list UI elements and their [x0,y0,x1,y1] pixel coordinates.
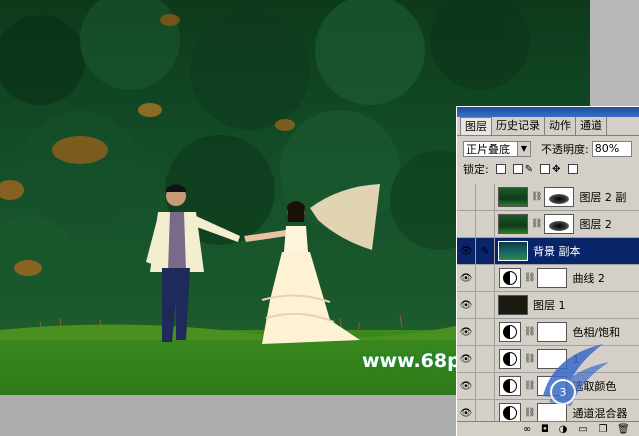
tab-layers[interactable]: 图层 [460,117,492,135]
trash-icon[interactable]: 🗑 [617,424,630,436]
adjustment-layer-icon [499,376,521,396]
chain-link-icon[interactable]: ⛓ [531,219,542,229]
layer-thumbnail [498,187,528,207]
mask-icon[interactable]: ◘ [539,424,551,436]
layer-name: 图层 2 副 [579,191,627,204]
eye-icon[interactable]: 👁 [457,265,476,291]
layer-row[interactable]: ⛓ 图层 2 [457,211,639,238]
tab-history[interactable]: 历史记录 [492,117,545,135]
svg-text:3: 3 [560,386,567,399]
link-icon[interactable]: ∞ [521,424,533,436]
opacity-input[interactable]: 80% [591,141,632,157]
visibility-toggle[interactable] [457,211,476,237]
lock-image-checkbox[interactable] [512,164,523,174]
lock-transparency-checkbox[interactable] [495,164,506,174]
link-toggle[interactable] [476,346,495,372]
blend-mode-value: 正片叠底 [466,143,510,156]
canvas-background-right [590,0,639,106]
lock-label: 锁定: [463,163,489,176]
adjustment-layer-icon [499,322,521,342]
layer-row[interactable]: 👁 ✎ 背景 副本 [457,238,639,265]
link-toggle[interactable] [476,292,495,318]
opacity-label: 不透明度: [541,143,589,156]
eye-icon[interactable]: 👁 [457,319,476,345]
brush-icon[interactable]: ✎ [476,238,495,264]
move-icon: ✥ [552,163,561,175]
chain-link-icon[interactable]: ⛓ [531,192,542,202]
folder-icon[interactable]: ▭ [577,424,589,436]
lock-row: 锁定: ✎ ✥ [457,160,639,178]
panel-tabs: 图层 历史记录 动作 通道 [457,117,639,136]
layer-mask-thumbnail[interactable] [537,268,568,288]
layer-thumbnail [498,241,528,261]
layer-mask-thumbnail[interactable] [544,214,575,234]
lock-position-checkbox[interactable] [540,164,551,174]
panel-bottom-toolbar: ∞ ◘ ◑ ▭ ❐ 🗑 [457,421,639,436]
layer-name: 图层 1 [533,299,566,312]
adjustment-icon[interactable]: ◑ [557,424,569,436]
adjustment-layer-icon [499,349,521,369]
eye-icon[interactable]: 👁 [457,373,476,399]
lock-all-checkbox[interactable] [567,164,578,174]
link-toggle[interactable] [476,211,495,237]
adjustment-layer-icon [499,403,521,423]
layer-row[interactable]: ⛓ 图层 2 副 [457,184,639,211]
link-toggle[interactable] [476,265,495,291]
layer-thumbnail [498,295,528,315]
tab-channels[interactable]: 通道 [576,117,607,135]
new-layer-icon[interactable]: ❐ [597,424,609,436]
layer-row[interactable]: 👁 图层 1 [457,292,639,319]
brush-icon: ✎ [524,163,534,175]
eye-icon[interactable]: 👁 [457,292,476,318]
layer-name: 背景 副本 [533,245,581,258]
blend-mode-select[interactable]: 正片叠底 ▼ [463,141,531,157]
blend-row: 正片叠底 ▼ 不透明度: 80% [457,139,639,159]
panel-titlebar[interactable] [457,107,639,117]
eye-icon[interactable]: 👁 [457,238,476,264]
canvas-background-bottom [0,395,456,436]
link-toggle[interactable] [476,184,495,210]
site-logo: 3 [543,344,609,406]
visibility-toggle[interactable] [457,184,476,210]
chevron-down-icon[interactable]: ▼ [517,142,530,156]
chain-link-icon[interactable]: ⛓ [524,273,535,283]
eye-icon[interactable]: 👁 [457,346,476,372]
adjustment-layer-icon [499,268,521,288]
layer-row[interactable]: 👁 ⛓ 曲线 2 [457,265,639,292]
link-toggle[interactable] [476,319,495,345]
tab-actions[interactable]: 动作 [545,117,576,135]
layer-name: 曲线 2 [572,272,605,285]
layer-name: 图层 2 [579,218,612,231]
layer-mask-thumbnail[interactable] [544,187,575,207]
link-toggle[interactable] [476,373,495,399]
layer-thumbnail [498,214,528,234]
